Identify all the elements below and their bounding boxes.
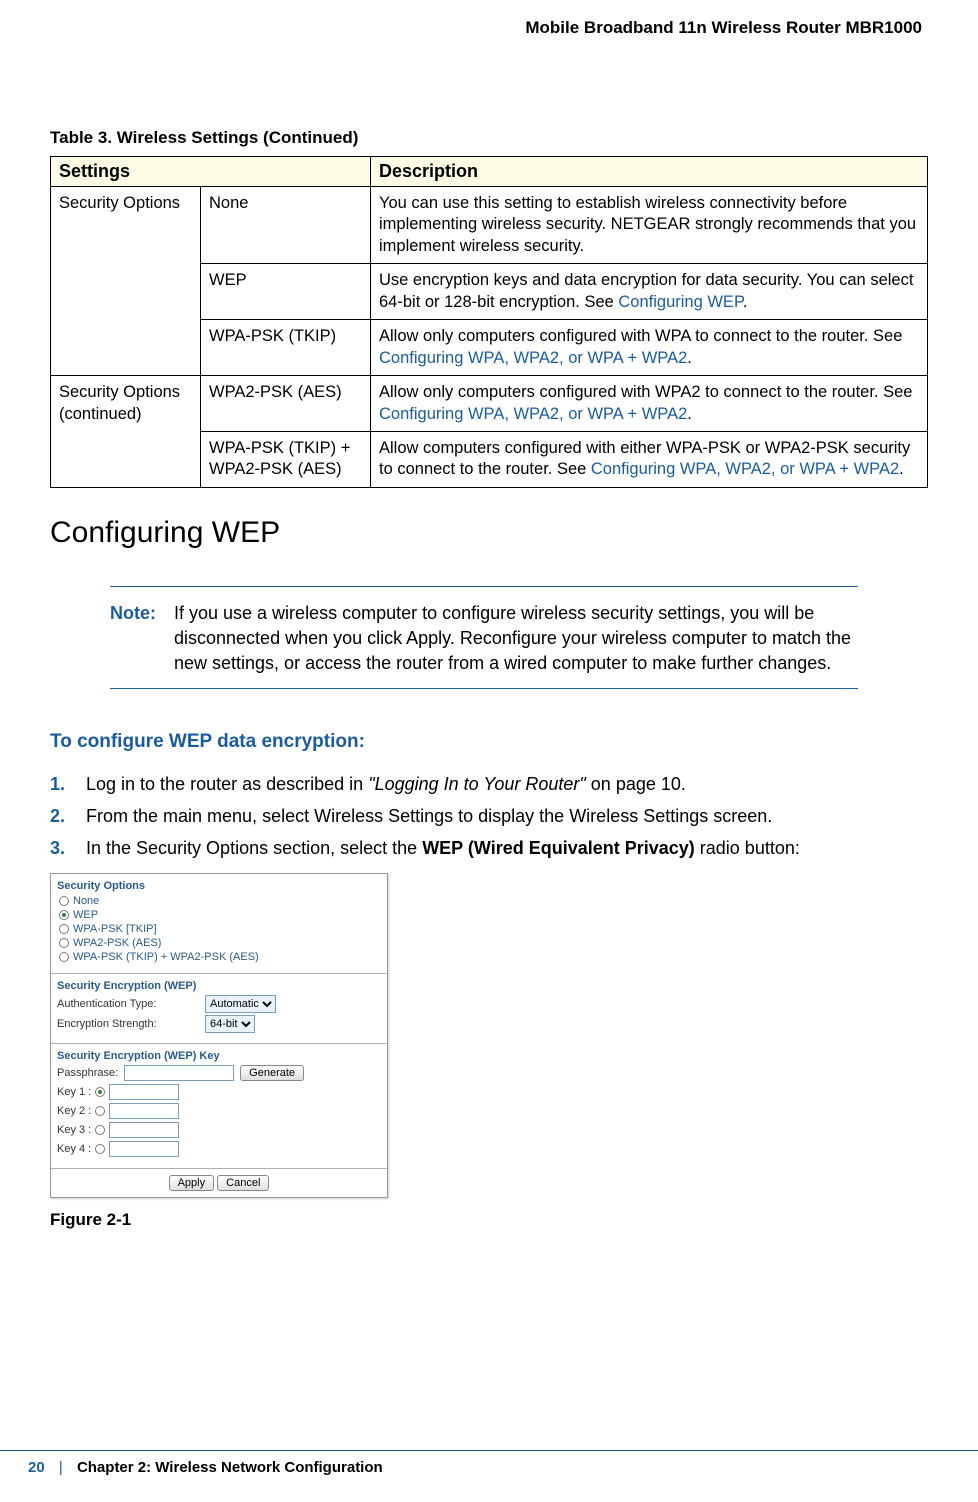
step-2: From the main menu, select Wireless Sett… xyxy=(50,803,928,831)
xref-configuring-wpa[interactable]: Configuring WPA, WPA2, or WPA + WPA2 xyxy=(379,349,687,367)
step-text: In the Security Options section, select … xyxy=(86,838,422,858)
key3-input[interactable] xyxy=(109,1122,179,1138)
xref-configuring-wpa[interactable]: Configuring WPA, WPA2, or WPA + WPA2 xyxy=(379,405,687,423)
enc-strength-select[interactable]: 64-bit xyxy=(205,1015,255,1033)
key4-input[interactable] xyxy=(109,1141,179,1157)
radio-icon[interactable] xyxy=(95,1106,105,1116)
figure-so-title: Security Options xyxy=(57,880,381,892)
figure-security-options-screenshot: Security Options None WEP WPA-PSK [TKIP]… xyxy=(50,873,388,1198)
passphrase-input[interactable] xyxy=(124,1065,234,1081)
footer-chapter: Chapter 2: Wireless Network Configuratio… xyxy=(77,1459,383,1476)
radio-label: WPA-PSK (TKIP) + WPA2-PSK (AES) xyxy=(73,951,259,963)
desc-text: . xyxy=(687,405,692,423)
radio-wpa-mixed[interactable]: WPA-PSK (TKIP) + WPA2-PSK (AES) xyxy=(57,951,381,963)
cell-setting: WPA2-PSK (AES) xyxy=(201,376,371,432)
procedure-steps: Log in to the router as described in "Lo… xyxy=(50,771,928,863)
key2-row: Key 2 : xyxy=(57,1103,381,1119)
note-label: Note: xyxy=(110,601,174,677)
radio-icon xyxy=(59,952,69,962)
table-head-description: Description xyxy=(371,157,928,187)
step-3: In the Security Options section, select … xyxy=(50,835,928,863)
radio-label: None xyxy=(73,895,99,907)
table-caption: Table 3. Wireless Settings (Continued) xyxy=(50,128,928,148)
radio-label: WPA2-PSK (AES) xyxy=(73,937,161,949)
radio-wpa2-psk[interactable]: WPA2-PSK (AES) xyxy=(57,937,381,949)
key4-row: Key 4 : xyxy=(57,1141,381,1157)
key3-row: Key 3 : xyxy=(57,1122,381,1138)
doc-header-product: Mobile Broadband 11n Wireless Router MBR… xyxy=(50,18,928,38)
note-text: If you use a wireless computer to config… xyxy=(174,601,858,677)
page-number: 20 xyxy=(28,1459,45,1476)
desc-text: . xyxy=(899,460,904,478)
footer-separator: | xyxy=(59,1459,63,1476)
key1-input[interactable] xyxy=(109,1084,179,1100)
section-heading-configuring-wep: Configuring WEP xyxy=(50,516,928,550)
table-row: Security Options None You can use this s… xyxy=(51,187,928,264)
table-row: Security Options (continued) WPA2-PSK (A… xyxy=(51,376,928,432)
page-footer: 20 | Chapter 2: Wireless Network Configu… xyxy=(0,1450,978,1476)
xref-configuring-wpa[interactable]: Configuring WPA, WPA2, or WPA + WPA2 xyxy=(591,460,899,478)
radio-icon xyxy=(59,896,69,906)
desc-text: . xyxy=(743,293,748,311)
cell-setting: WEP xyxy=(201,264,371,320)
key-label: Key 3 : xyxy=(57,1124,91,1136)
radio-icon xyxy=(59,938,69,948)
generate-button[interactable]: Generate xyxy=(240,1065,304,1081)
radio-icon[interactable] xyxy=(95,1125,105,1135)
cell-setting: WPA-PSK (TKIP) xyxy=(201,320,371,376)
key1-row: Key 1 : xyxy=(57,1084,381,1100)
cell-desc: You can use this setting to establish wi… xyxy=(371,187,928,264)
desc-text: Allow only computers configured with WPA… xyxy=(379,383,912,401)
note-callout: Note: If you use a wireless computer to … xyxy=(110,586,858,690)
auth-type-select[interactable]: Automatic xyxy=(205,995,276,1013)
step-text: radio button: xyxy=(695,838,800,858)
step-ref: "Logging In to Your Router" xyxy=(368,774,586,794)
apply-button[interactable]: Apply xyxy=(169,1175,215,1191)
key-label: Key 1 : xyxy=(57,1086,91,1098)
radio-wpa-psk[interactable]: WPA-PSK [TKIP] xyxy=(57,923,381,935)
radio-icon[interactable] xyxy=(95,1144,105,1154)
key-label: Key 2 : xyxy=(57,1105,91,1117)
figure-caption: Figure 2-1 xyxy=(50,1210,928,1230)
enc-strength-label: Encryption Strength: xyxy=(57,1018,205,1030)
cell-setting: WPA-PSK (TKIP) + WPA2-PSK (AES) xyxy=(201,431,371,487)
desc-text: Allow only computers configured with WPA… xyxy=(379,327,902,345)
procedure-heading: To configure WEP data encryption: xyxy=(50,731,928,753)
radio-icon xyxy=(59,910,69,920)
cell-desc: Allow only computers configured with WPA… xyxy=(371,376,928,432)
radio-none[interactable]: None xyxy=(57,895,381,907)
cell-desc: Use encryption keys and data encryption … xyxy=(371,264,928,320)
desc-text: . xyxy=(687,349,692,367)
radio-label: WPA-PSK [TKIP] xyxy=(73,923,157,935)
cell-setting: None xyxy=(201,187,371,264)
cell-group-security-options-continued: Security Options (continued) xyxy=(51,376,201,488)
step-1: Log in to the router as described in "Lo… xyxy=(50,771,928,799)
table-head-settings: Settings xyxy=(51,157,371,187)
figure-enc-title: Security Encryption (WEP) xyxy=(57,980,381,992)
key-label: Key 4 : xyxy=(57,1143,91,1155)
cell-desc: Allow only computers configured with WPA… xyxy=(371,320,928,376)
wireless-settings-table: Settings Description Security Options No… xyxy=(50,156,928,488)
radio-label: WEP xyxy=(73,909,98,921)
passphrase-label: Passphrase: xyxy=(57,1067,118,1079)
radio-wep[interactable]: WEP xyxy=(57,909,381,921)
auth-type-label: Authentication Type: xyxy=(57,998,205,1010)
radio-icon xyxy=(59,924,69,934)
cell-group-security-options: Security Options xyxy=(51,187,201,376)
cancel-button[interactable]: Cancel xyxy=(217,1175,269,1191)
radio-icon[interactable] xyxy=(95,1087,105,1097)
step-text: Log in to the router as described in xyxy=(86,774,368,794)
xref-configuring-wep[interactable]: Configuring WEP xyxy=(618,293,742,311)
step-bold: WEP (Wired Equivalent Privacy) xyxy=(422,838,695,858)
key2-input[interactable] xyxy=(109,1103,179,1119)
step-text: on page 10. xyxy=(586,774,686,794)
cell-desc: Allow computers configured with either W… xyxy=(371,431,928,487)
figure-key-title: Security Encryption (WEP) Key xyxy=(57,1050,381,1062)
